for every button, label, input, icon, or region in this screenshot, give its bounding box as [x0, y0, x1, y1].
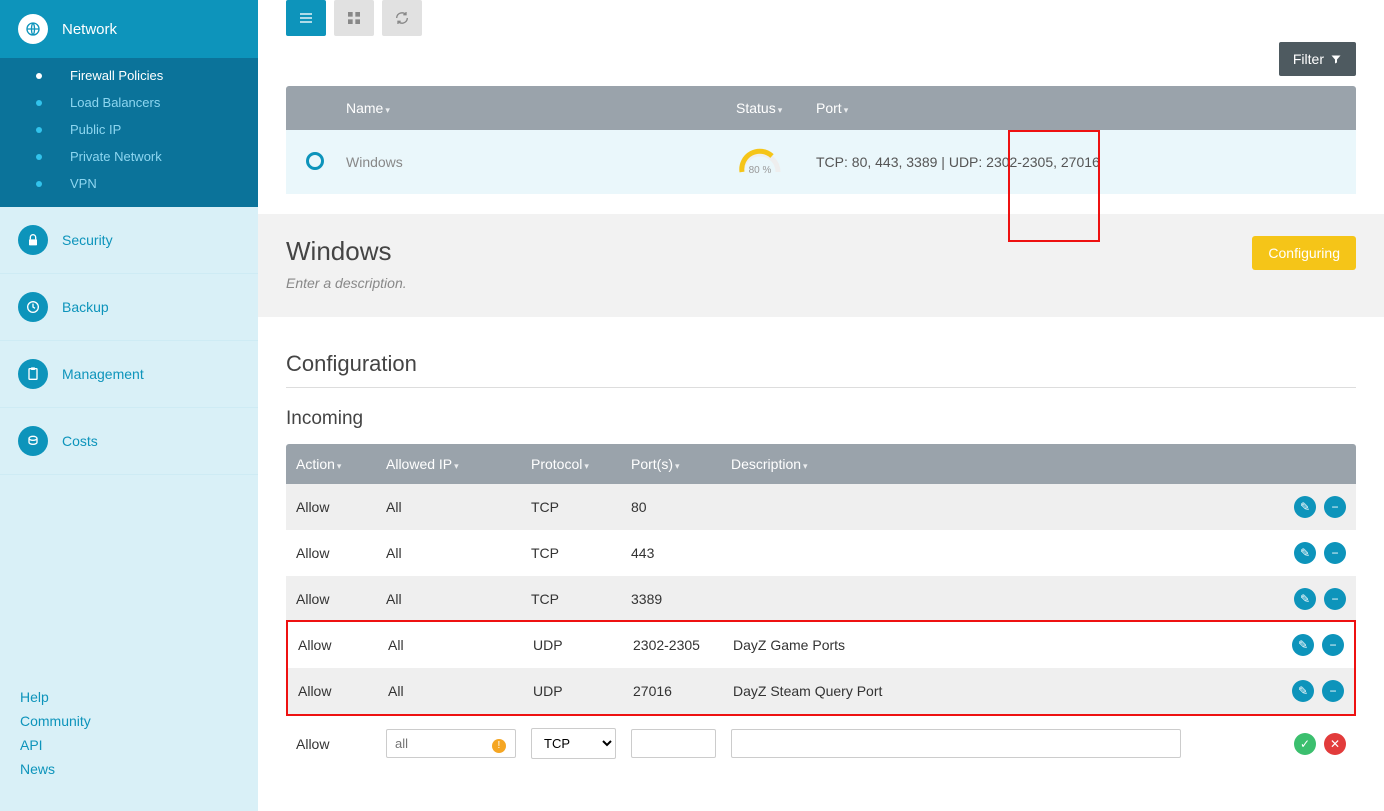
row-name: Windows [346, 154, 736, 170]
clipboard-icon [18, 359, 48, 389]
configuration-heading: Configuration [286, 351, 1356, 388]
backup-icon [18, 292, 48, 322]
rule-row: Allow All TCP 443 ✎− [286, 530, 1356, 576]
edit-icon[interactable]: ✎ [1292, 634, 1314, 656]
view-tab-refresh[interactable] [382, 0, 422, 36]
policy-title: Windows [286, 236, 407, 267]
nav-security[interactable]: Security [0, 207, 258, 274]
edit-icon[interactable]: ✎ [1294, 588, 1316, 610]
link-community[interactable]: Community [20, 709, 238, 733]
nav-network-label: Network [62, 21, 117, 38]
h-action[interactable]: Action▾ [296, 456, 386, 472]
coins-icon [18, 426, 48, 456]
remove-icon[interactable]: − [1322, 680, 1344, 702]
filter-icon [1330, 53, 1342, 65]
status-gauge: 80 % [736, 148, 784, 176]
filter-label: Filter [1293, 51, 1324, 67]
edit-icon[interactable]: ✎ [1294, 542, 1316, 564]
nav-backup[interactable]: Backup [0, 274, 258, 341]
col-name[interactable]: Name▾ [346, 100, 736, 116]
view-tabs [258, 0, 1384, 36]
nav-sub-vpn[interactable]: VPN [0, 170, 258, 197]
gauge-pct: 80 % [736, 165, 784, 176]
row-ports: TCP: 80, 443, 3389 | UDP: 2302-2305, 270… [816, 154, 1336, 170]
new-desc-input[interactable] [731, 729, 1181, 758]
new-ports-input[interactable] [631, 729, 716, 758]
nav-sub-loadbalancers[interactable]: Load Balancers [0, 89, 258, 116]
nav-backup-label: Backup [62, 299, 109, 315]
rule-row: Allow All TCP 80 ✎− [286, 484, 1356, 530]
h-ip[interactable]: Allowed IP▾ [386, 456, 531, 472]
nav-network-section: Network Firewall Policies Load Balancers… [0, 0, 258, 207]
policies-grid-header: Name▾ Status▾ Port▾ [286, 86, 1356, 130]
remove-icon[interactable]: − [1324, 496, 1346, 518]
nav-sub-privatenetwork[interactable]: Private Network [0, 143, 258, 170]
highlight-new-rules: Allow All UDP 2302-2305 DayZ Game Ports … [286, 620, 1356, 716]
policy-desc[interactable]: Enter a description. [286, 275, 407, 291]
main-content: Filter Name▾ Status▾ Port▾ Windows 80 % [258, 0, 1384, 811]
rules-header: Action▾ Allowed IP▾ Protocol▾ Port(s)▾ D… [286, 444, 1356, 484]
nav-costs[interactable]: Costs [0, 408, 258, 475]
nav-costs-label: Costs [62, 433, 98, 449]
cancel-icon[interactable]: ✕ [1324, 733, 1346, 755]
sidebar-bottom-links: Help Community API News [0, 671, 258, 811]
view-tab-grid[interactable] [334, 0, 374, 36]
rule-row: Allow All UDP 2302-2305 DayZ Game Ports … [288, 622, 1354, 668]
filter-button[interactable]: Filter [1279, 42, 1356, 76]
nav-sublist: Firewall Policies Load Balancers Public … [0, 58, 258, 207]
h-proto[interactable]: Protocol▾ [531, 456, 631, 472]
policy-panel-header: Windows Enter a description. Configuring [258, 214, 1384, 317]
network-icon [18, 14, 48, 44]
col-status[interactable]: Status▾ [736, 100, 816, 116]
nav-sub-firewall[interactable]: Firewall Policies [0, 62, 258, 89]
h-desc[interactable]: Description▾ [731, 456, 1266, 472]
link-api[interactable]: API [20, 733, 238, 757]
new-proto-select[interactable]: TCP [531, 728, 616, 759]
nav-sub-publicip[interactable]: Public IP [0, 116, 258, 143]
policy-row[interactable]: Windows 80 % TCP: 80, 443, 3389 | UDP: 2… [286, 130, 1356, 194]
row-radio[interactable] [306, 152, 324, 170]
rule-row: Allow All TCP 3389 ✎− [286, 576, 1356, 622]
link-news[interactable]: News [20, 757, 238, 781]
rule-row: Allow All UDP 27016 DayZ Steam Query Por… [288, 668, 1354, 714]
nav-security-label: Security [62, 232, 113, 248]
view-tab-list[interactable] [286, 0, 326, 36]
remove-icon[interactable]: − [1324, 542, 1346, 564]
lock-icon [18, 225, 48, 255]
remove-icon[interactable]: − [1322, 634, 1344, 656]
confirm-icon[interactable]: ✓ [1294, 733, 1316, 755]
sidebar: Network Firewall Policies Load Balancers… [0, 0, 258, 811]
rule-input-row: Allow ! TCP ✓ ✕ [286, 716, 1356, 771]
new-action: Allow [296, 736, 386, 752]
remove-icon[interactable]: − [1324, 588, 1346, 610]
edit-icon[interactable]: ✎ [1292, 680, 1314, 702]
nav-network-header[interactable]: Network [0, 0, 258, 58]
warning-icon: ! [492, 739, 506, 753]
nav-management-label: Management [62, 366, 144, 382]
edit-icon[interactable]: ✎ [1294, 496, 1316, 518]
col-port[interactable]: Port▾ [816, 100, 1336, 116]
incoming-heading: Incoming [286, 408, 1356, 430]
h-ports[interactable]: Port(s)▾ [631, 456, 731, 472]
rules-table: Action▾ Allowed IP▾ Protocol▾ Port(s)▾ D… [286, 444, 1356, 771]
configuring-badge: Configuring [1252, 236, 1356, 270]
nav-management[interactable]: Management [0, 341, 258, 408]
link-help[interactable]: Help [20, 685, 238, 709]
